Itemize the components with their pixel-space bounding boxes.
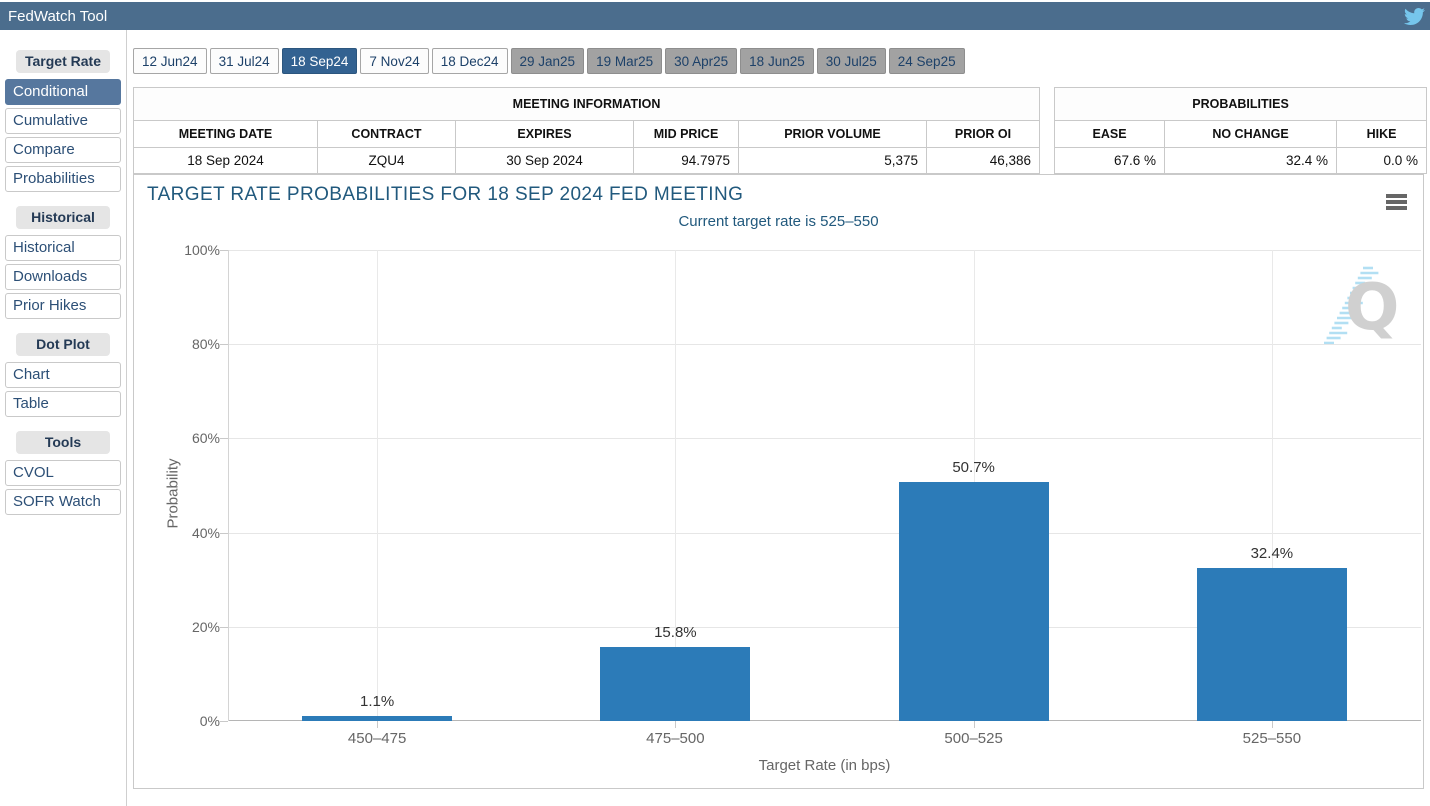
x-axis-tick [1272, 721, 1273, 728]
bar-data-label: 50.7% [825, 459, 1123, 476]
info-tables-row: MEETING INFORMATION MEETING DATECONTRACT… [133, 87, 1427, 174]
sidebar-item-sofr-watch[interactable]: SOFR Watch [5, 489, 121, 515]
v-gridline [377, 250, 378, 721]
tab-30-apr25[interactable]: 30 Apr25 [665, 48, 737, 74]
meeting-information-table: MEETING INFORMATION MEETING DATECONTRACT… [133, 87, 1040, 174]
meeting-info-column-header: CONTRACT [318, 121, 456, 148]
twitter-icon[interactable] [1404, 6, 1425, 31]
y-axis-label: 20% [162, 619, 220, 635]
y-axis-label: 60% [162, 430, 220, 446]
y-axis-tick [220, 533, 228, 534]
y-axis-label: 40% [162, 525, 220, 541]
sidebar: Target Rate Conditional Cumulative Compare P… [0, 30, 127, 806]
x-axis-category-label: 525–550 [1123, 730, 1421, 747]
probability-bar[interactable] [302, 716, 452, 721]
tab-29-jan25[interactable]: 29 Jan25 [511, 48, 585, 74]
y-axis-tick [220, 721, 228, 722]
main-content: 12 Jun2431 Jul2418 Sep247 Nov2418 Dec242… [127, 30, 1430, 806]
sidebar-group: Historical Historical Downloads Prior Hikes [4, 206, 122, 319]
x-axis-title: Target Rate (in bps) [228, 757, 1421, 774]
meeting-info-column-header: EXPIRES [456, 121, 634, 148]
probability-bar[interactable] [1197, 568, 1347, 721]
sidebar-group-header: Historical [16, 206, 110, 229]
probabilities-value: 67.6 % [1055, 148, 1165, 174]
sidebar-item-compare[interactable]: Compare [5, 137, 121, 163]
y-axis-tick [220, 250, 228, 251]
x-axis-category-label: 450–475 [228, 730, 526, 747]
tab-24-sep25[interactable]: 24 Sep25 [889, 48, 965, 74]
sidebar-item-conditional[interactable]: Conditional [5, 79, 121, 105]
y-axis-label: 0% [162, 713, 220, 729]
h-gridline [228, 533, 1421, 534]
x-axis-category-label: 500–525 [825, 730, 1123, 747]
sidebar-item-cumulative[interactable]: Cumulative [5, 108, 121, 134]
probabilities-column-header: EASE [1055, 121, 1165, 148]
chart-subtitle: Current target rate is 525–550 [134, 213, 1423, 230]
app-title: FedWatch Tool [8, 8, 107, 25]
tab-19-mar25[interactable]: 19 Mar25 [587, 48, 662, 74]
tab-18-jun25[interactable]: 18 Jun25 [740, 48, 814, 74]
sidebar-item-table[interactable]: Table [5, 391, 121, 417]
tab-30-jul25[interactable]: 30 Jul25 [817, 48, 886, 74]
sidebar-group: Dot Plot Chart Table [4, 333, 122, 417]
bar-data-label: 32.4% [1123, 545, 1421, 562]
h-gridline [228, 438, 1421, 439]
y-axis-tick [220, 344, 228, 345]
meeting-info-column-header: MEETING DATE [134, 121, 318, 148]
sidebar-item-downloads[interactable]: Downloads [5, 264, 121, 290]
y-axis-label: 80% [162, 336, 220, 352]
y-axis-tick [220, 627, 228, 628]
meeting-info-value: ZQU4 [318, 148, 456, 174]
bar-data-label: 1.1% [228, 693, 526, 710]
probabilities-value: 32.4 % [1165, 148, 1337, 174]
chart-title: TARGET RATE PROBABILITIES FOR 18 SEP 202… [147, 184, 743, 206]
chart-export-menu-icon[interactable] [1386, 194, 1407, 212]
sidebar-item-probabilities[interactable]: Probabilities [5, 166, 121, 192]
sidebar-group: Target Rate Conditional Cumulative Compare P… [4, 50, 122, 192]
y-axis-line [228, 250, 229, 721]
y-axis-tick [220, 438, 228, 439]
meeting-info-column-header: PRIOR VOLUME [739, 121, 927, 148]
meeting-info-value: 46,386 [927, 148, 1040, 174]
meeting-date-tabs: 12 Jun2431 Jul2418 Sep247 Nov2418 Dec242… [133, 48, 1427, 74]
plot-area: 0%20%40%60%80%100%450–4751.1%475–50015.8… [228, 250, 1421, 721]
sidebar-item-prior-hikes[interactable]: Prior Hikes [5, 293, 121, 319]
probabilities-table: PROBABILITIES EASENO CHANGEHIKE 67.6 %32… [1054, 87, 1427, 174]
x-axis-tick [974, 721, 975, 728]
meeting-info-value: 94.7975 [634, 148, 739, 174]
sidebar-item-chart[interactable]: Chart [5, 362, 121, 388]
probability-chart-panel: TARGET RATE PROBABILITIES FOR 18 SEP 202… [133, 174, 1424, 789]
h-gridline [228, 250, 1421, 251]
meeting-info-value: 5,375 [739, 148, 927, 174]
x-axis-tick [675, 721, 676, 728]
probability-bar[interactable] [600, 647, 750, 721]
probabilities-column-header: HIKE [1337, 121, 1427, 148]
sidebar-group: Tools CVOL SOFR Watch [4, 431, 122, 515]
meeting-info-value: 18 Sep 2024 [134, 148, 318, 174]
meeting-information-title: MEETING INFORMATION [134, 88, 1040, 121]
tab-12-jun24[interactable]: 12 Jun24 [133, 48, 207, 74]
y-axis-label: 100% [162, 242, 220, 258]
tab-31-jul24[interactable]: 31 Jul24 [210, 48, 279, 74]
meeting-info-column-header: MID PRICE [634, 121, 739, 148]
h-gridline [228, 344, 1421, 345]
tab-7-nov24[interactable]: 7 Nov24 [360, 48, 428, 74]
sidebar-group-header: Target Rate [16, 50, 110, 73]
x-axis-tick [377, 721, 378, 728]
sidebar-group-header: Tools [16, 431, 110, 454]
meeting-info-value: 30 Sep 2024 [456, 148, 634, 174]
app-header: FedWatch Tool [0, 2, 1430, 30]
sidebar-item-cvol[interactable]: CVOL [5, 460, 121, 486]
probability-bar[interactable] [899, 482, 1049, 721]
probabilities-title: PROBABILITIES [1055, 88, 1427, 121]
tab-18-sep24[interactable]: 18 Sep24 [282, 48, 358, 74]
tab-18-dec24[interactable]: 18 Dec24 [432, 48, 508, 74]
sidebar-group-header: Dot Plot [16, 333, 110, 356]
probabilities-value: 0.0 % [1337, 148, 1427, 174]
x-axis-category-label: 475–500 [526, 730, 824, 747]
meeting-info-column-header: PRIOR OI [927, 121, 1040, 148]
bar-data-label: 15.8% [526, 624, 824, 641]
sidebar-item-historical[interactable]: Historical [5, 235, 121, 261]
probabilities-column-header: NO CHANGE [1165, 121, 1337, 148]
